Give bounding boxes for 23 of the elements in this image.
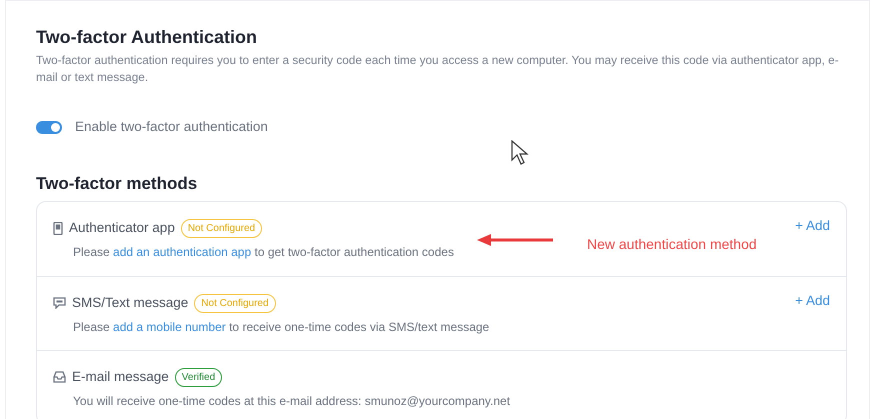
inbox-icon (53, 371, 66, 384)
method-description: You will receive one-time codes at this e-mail address: smunoz@yourcompany.net (72, 392, 510, 410)
status-badge: Verified (174, 368, 222, 387)
message-icon (53, 297, 66, 310)
method-description: Please add a mobile number to receive one-time codes via SMS/text message (72, 318, 490, 336)
method-description: Please add an authentication app to get two-factor authentication codes (72, 244, 454, 260)
annotation-text: New authentication method (587, 235, 757, 254)
status-badge: Not Configured (194, 294, 276, 313)
method-title: Authenticator app (69, 219, 175, 238)
method-link[interactable]: add a mobile number (113, 320, 226, 334)
toggle-label: Enable two-factor authentication (75, 118, 268, 136)
toggle-switch[interactable] (36, 120, 62, 134)
status-badge: Not Configured (180, 218, 262, 238)
add-button[interactable]: + Add (795, 291, 830, 312)
methods-title: Two-factor methods (36, 173, 198, 196)
method-title: E-mail message (72, 368, 169, 386)
section-description: Two-factor authentication requires you to enter a security code each time you access a new computer. You may receive this code via authenticator app, e-mail or text message. (36, 52, 840, 86)
add-button[interactable]: + Add (795, 216, 830, 236)
method-title: SMS/Text message (72, 294, 188, 312)
method-link[interactable]: add an authentication app (113, 244, 252, 258)
phone-icon (53, 222, 63, 235)
section-title: Two-factor Authentication (36, 26, 258, 49)
cursor-icon (511, 140, 529, 166)
